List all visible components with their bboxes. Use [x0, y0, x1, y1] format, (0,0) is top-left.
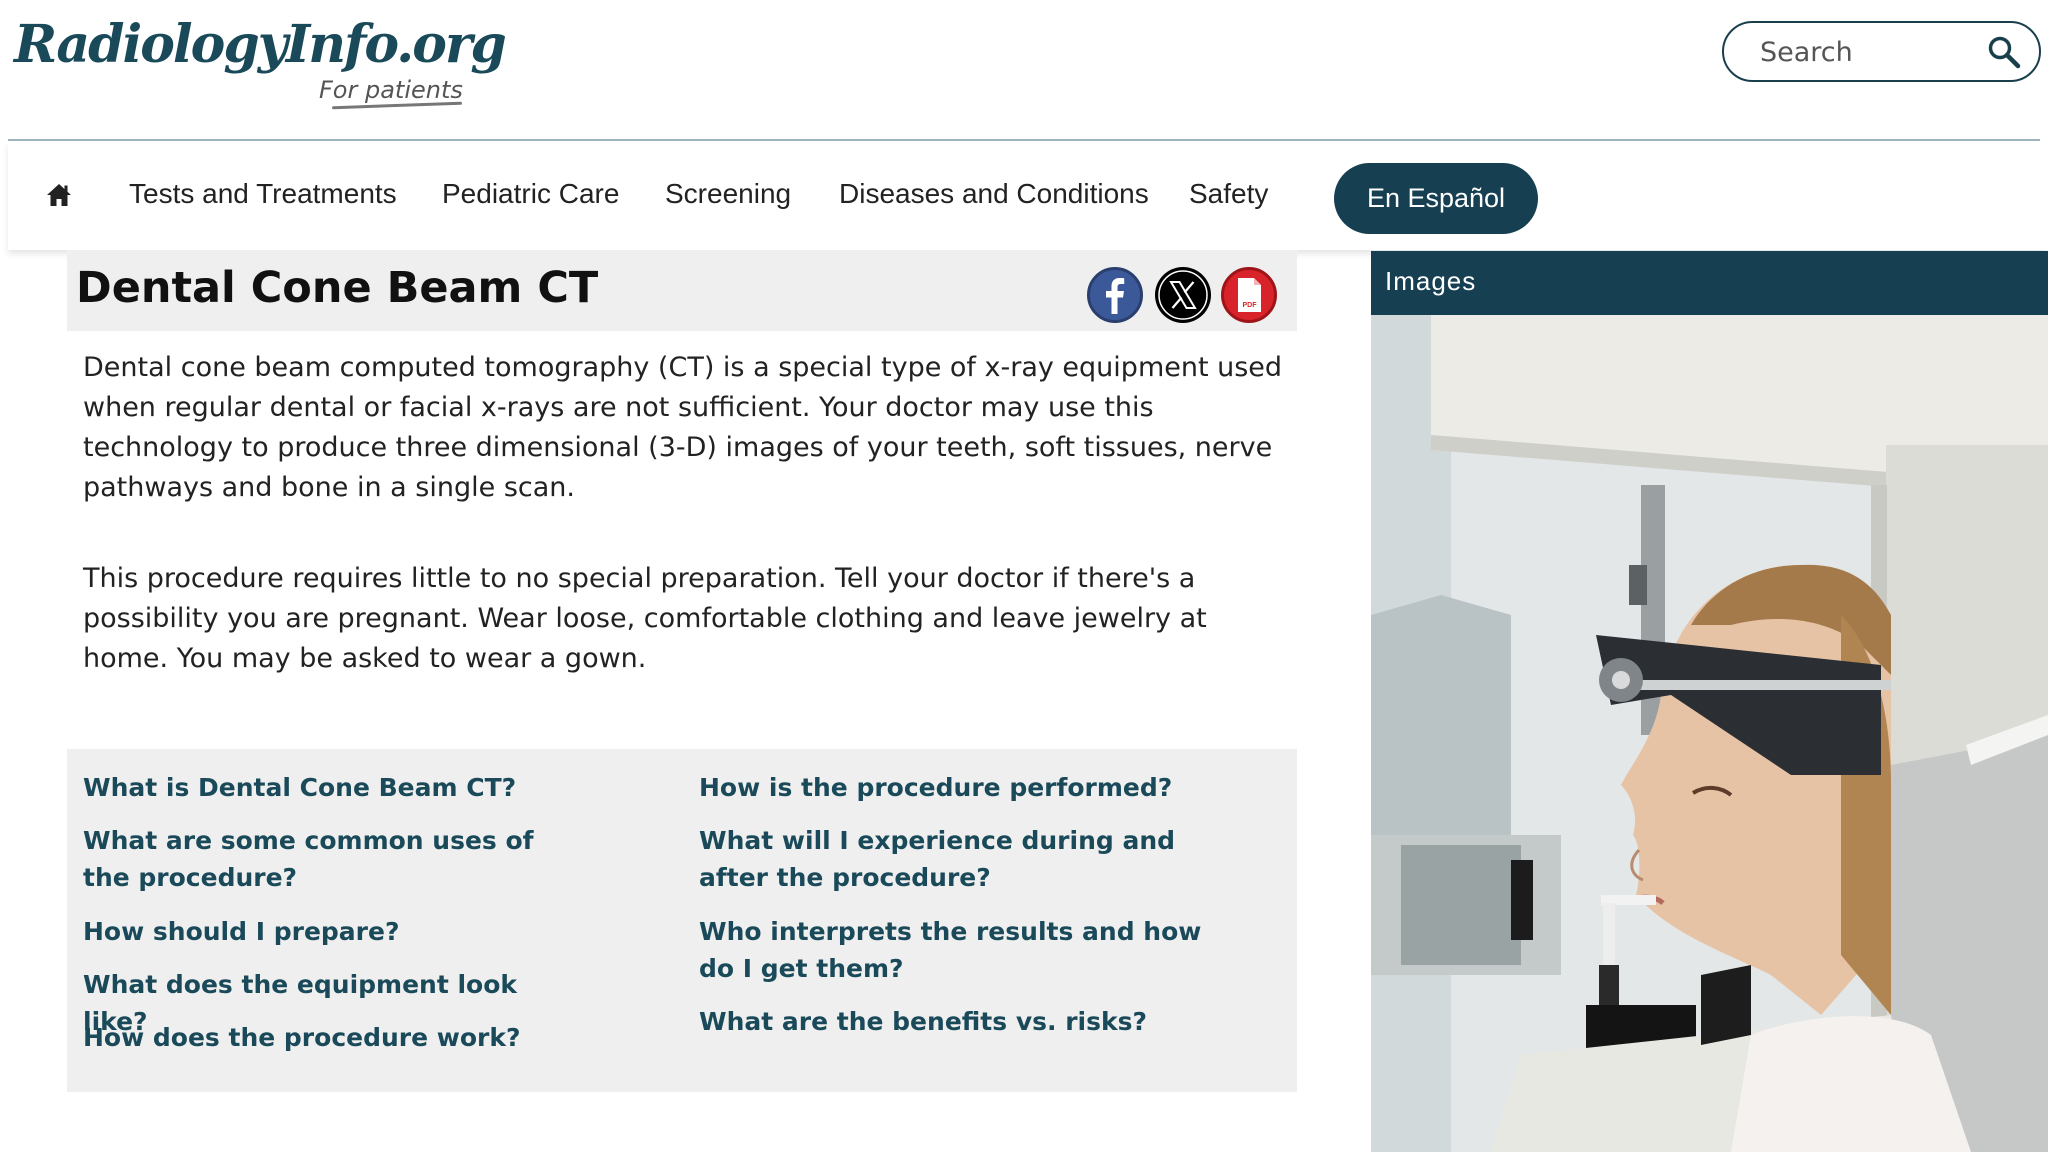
- pdf-icon[interactable]: PDF: [1221, 267, 1277, 323]
- toc-link[interactable]: How should I prepare?: [83, 913, 583, 950]
- header-divider: [8, 139, 2040, 141]
- home-icon[interactable]: [46, 182, 72, 208]
- site-logo[interactable]: RadiologyInfo.org For patients: [14, 14, 507, 110]
- intro-paragraph: Dental cone beam computed tomography (CT…: [83, 352, 1283, 503]
- procedure-photo[interactable]: [1371, 315, 2048, 1152]
- preparation-paragraph: This procedure requires little to no spe…: [83, 563, 1207, 674]
- pdf-icon-label: PDF: [1243, 302, 1258, 309]
- nav-item-safety[interactable]: Safety: [1189, 178, 1268, 210]
- nav-item-diseases-conditions[interactable]: Diseases and Conditions: [839, 178, 1149, 210]
- x-icon[interactable]: [1155, 267, 1211, 323]
- search-box: [1722, 21, 2041, 82]
- toc-link[interactable]: What is Dental Cone Beam CT?: [83, 769, 583, 806]
- search-icon[interactable]: [1987, 35, 2021, 69]
- toc-link[interactable]: What are the benefits vs. risks?: [699, 1003, 1219, 1040]
- logo-subtext: For patients: [319, 76, 463, 104]
- search-input[interactable]: [1760, 33, 1980, 71]
- nav-item-tests-treatments[interactable]: Tests and Treatments: [129, 178, 397, 210]
- nav-item-screening[interactable]: Screening: [665, 178, 791, 210]
- toc-link[interactable]: Who interprets the results and how do I …: [699, 913, 1219, 987]
- toc-link[interactable]: What will I experience during and after …: [699, 822, 1219, 896]
- nav-item-pediatric-care[interactable]: Pediatric Care: [442, 178, 619, 210]
- images-header-label: Images: [1385, 266, 1477, 296]
- title-bar: Dental Cone Beam CT PDF: [67, 250, 1297, 331]
- page-title: Dental Cone Beam CT: [76, 263, 599, 313]
- toc-link[interactable]: How does the procedure work?: [83, 1019, 583, 1056]
- facebook-icon[interactable]: [1087, 267, 1143, 323]
- main-nav: Tests and Treatments Pediatric Care Scre…: [8, 142, 2048, 250]
- toc-link[interactable]: How is the procedure performed?: [699, 769, 1219, 806]
- images-header: Images: [1371, 251, 2048, 315]
- logo-text: RadiologyInfo.org: [14, 14, 507, 75]
- toc-box: What is Dental Cone Beam CT? What are so…: [67, 749, 1297, 1092]
- espanol-button[interactable]: En Español: [1334, 163, 1538, 234]
- toc-link[interactable]: What are some common uses of the procedu…: [83, 822, 583, 896]
